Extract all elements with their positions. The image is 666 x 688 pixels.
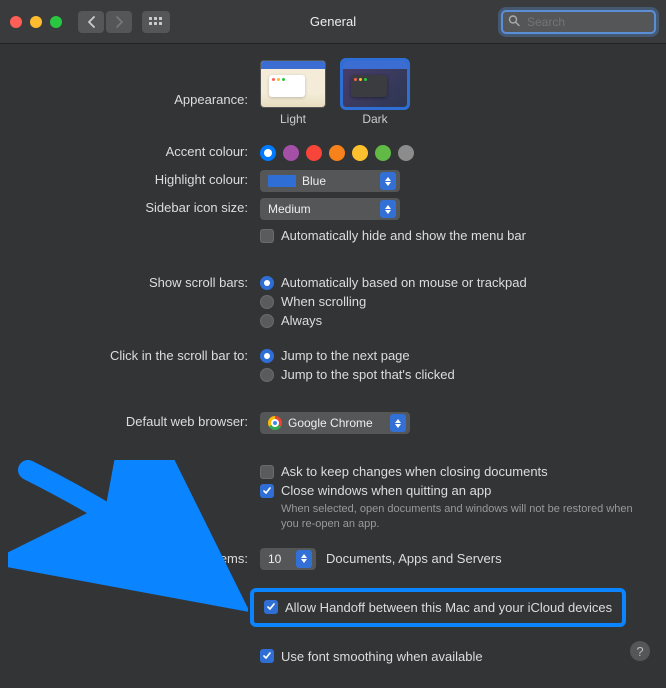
titlebar: General: [0, 0, 666, 44]
checkbox-icon: [260, 649, 274, 663]
back-button[interactable]: [78, 11, 104, 33]
highlight-colour-select[interactable]: Blue: [260, 170, 400, 192]
help-button[interactable]: ?: [630, 641, 650, 661]
close-window-button[interactable]: [10, 16, 22, 28]
scrollbars-label: Show scroll bars:: [20, 273, 260, 290]
updown-icon: [390, 414, 406, 432]
scroll-auto-option[interactable]: Automatically based on mouse or trackpad: [260, 273, 527, 292]
accent-colour-option[interactable]: [260, 145, 276, 161]
checkbox-icon: [264, 600, 278, 614]
click-nextpage-option[interactable]: Jump to the next page: [260, 346, 410, 365]
radio-icon: [260, 368, 274, 382]
accent-label: Accent colour:: [20, 142, 260, 159]
window-controls: [10, 16, 62, 28]
default-browser-select[interactable]: Google Chrome: [260, 412, 410, 434]
radio-icon: [260, 276, 274, 290]
grid-icon: [149, 17, 163, 27]
window-title: General: [310, 14, 356, 29]
radio-icon: [260, 295, 274, 309]
accent-colour-option[interactable]: [306, 145, 322, 161]
recent-items-label: Recent items:: [20, 548, 260, 566]
chrome-icon: [268, 416, 282, 430]
search-input[interactable]: [501, 10, 656, 34]
highlight-label: Highlight colour:: [20, 170, 260, 187]
accent-colour-option[interactable]: [283, 145, 299, 161]
updown-icon: [296, 550, 312, 568]
checkbox-icon: [260, 229, 274, 243]
accent-colour-picker: [260, 142, 414, 164]
appearance-label: Appearance:: [20, 60, 260, 107]
appearance-dark[interactable]: Dark: [342, 60, 408, 126]
default-browser-label: Default web browser:: [20, 412, 260, 429]
show-all-button[interactable]: [142, 11, 170, 33]
scroll-when-option[interactable]: When scrolling: [260, 292, 366, 311]
allow-handoff-option[interactable]: Allow Handoff between this Mac and your …: [264, 598, 612, 617]
accent-colour-option[interactable]: [329, 145, 345, 161]
radio-icon: [260, 314, 274, 328]
close-windows-option[interactable]: Close windows when quitting an app: [260, 481, 491, 500]
appearance-options: Light Dark: [260, 60, 408, 126]
close-windows-hint: When selected, open documents and window…: [281, 500, 646, 536]
highlight-swatch: [268, 175, 296, 187]
sidebar-size-label: Sidebar icon size:: [20, 198, 260, 215]
accent-colour-option[interactable]: [352, 145, 368, 161]
radio-icon: [260, 349, 274, 363]
checkbox-icon: [260, 484, 274, 498]
handoff-highlight: Allow Handoff between this Mac and your …: [250, 588, 626, 627]
nav-buttons: [78, 11, 132, 33]
content: Appearance: Light Dark Accent colour: Hi…: [0, 44, 666, 688]
ask-keep-changes-option[interactable]: Ask to keep changes when closing documen…: [260, 462, 548, 481]
updown-icon: [380, 172, 396, 190]
zoom-window-button[interactable]: [50, 16, 62, 28]
click-spot-option[interactable]: Jump to the spot that's clicked: [260, 365, 455, 384]
checkbox-icon: [260, 465, 274, 479]
recent-items-suffix: Documents, Apps and Servers: [326, 551, 502, 566]
click-scroll-label: Click in the scroll bar to:: [20, 346, 260, 363]
minimize-window-button[interactable]: [30, 16, 42, 28]
appearance-light[interactable]: Light: [260, 60, 326, 126]
autohide-menubar-option[interactable]: Automatically hide and show the menu bar: [260, 226, 526, 245]
search-icon: [508, 14, 520, 29]
sidebar-size-select[interactable]: Medium: [260, 198, 400, 220]
updown-icon: [380, 200, 396, 218]
scroll-always-option[interactable]: Always: [260, 311, 322, 330]
accent-colour-option[interactable]: [375, 145, 391, 161]
accent-colour-option[interactable]: [398, 145, 414, 161]
font-smoothing-option[interactable]: Use font smoothing when available: [260, 647, 483, 666]
recent-items-select[interactable]: 10: [260, 548, 316, 570]
forward-button[interactable]: [106, 11, 132, 33]
search-wrap: [501, 10, 656, 34]
